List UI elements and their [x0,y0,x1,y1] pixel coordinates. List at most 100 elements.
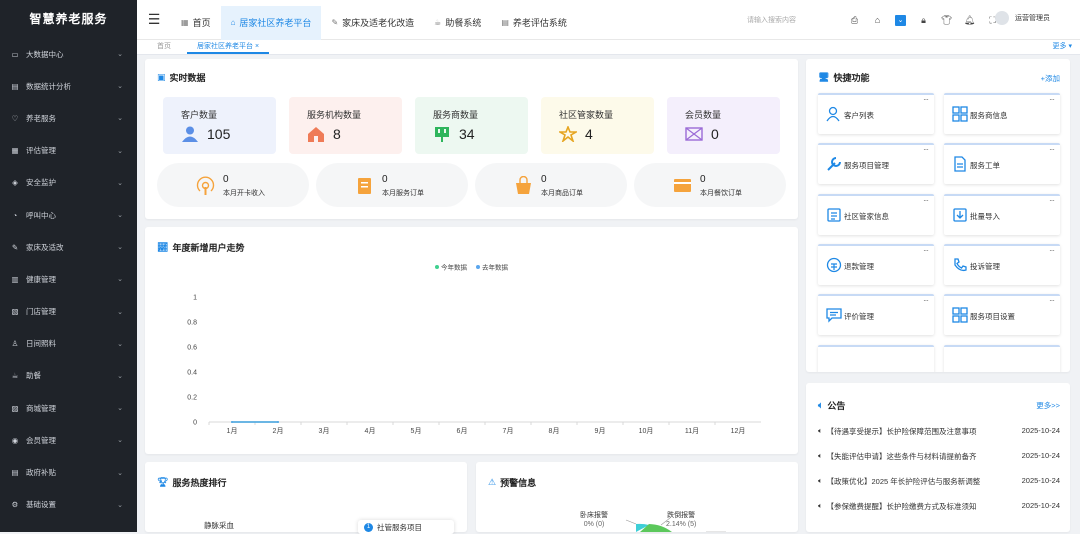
shortcut-partial[interactable] [944,344,1060,372]
shortcut-file[interactable]: ··· 服务工单 [944,143,1060,185]
pill-label: 本月商品订单 [541,190,583,197]
monthly-goods-orders[interactable]: 0 本月商品订单 [475,163,627,207]
more-dots-icon[interactable]: ··· [1049,296,1055,305]
sidebar-item-label: 安全监护 [26,178,56,188]
top-tab[interactable]: ✎ 家床及适老化改造 [321,6,424,40]
notice-date: 2025-10-24 [1021,476,1060,485]
sidebar-item[interactable]: ♡ 养老服务 ⌄ [0,102,137,134]
top-tab[interactable]: ▤ 养老评估系统 [491,6,577,40]
more-dots-icon[interactable]: ··· [923,145,929,154]
sidebar-item[interactable]: ◔ 呼叫中心 ⌄ [0,199,137,231]
provider-count-card[interactable]: 服务商数量 34 [415,97,528,154]
more-dots-icon[interactable]: ··· [1049,95,1055,104]
hamburger-icon[interactable]: ☰ [137,11,171,28]
shortcut-apps[interactable]: ··· 服务商信息 [944,93,1060,134]
chevron-down-icon: ⌄ [117,372,123,380]
more-dots-icon[interactable]: ··· [923,246,929,255]
sidebar-item[interactable]: ▧ 门店管理 ⌄ [0,296,137,328]
more-tags-button[interactable]: 更多 ▾ [1053,40,1072,54]
sidebar-item[interactable]: ▤ 数据统计分析 ⌄ [0,70,137,102]
legend-marker [435,265,439,269]
top-tabs: ▦ 首页 ⌂ 居家社区养老平台 ✎ 家床及适老化改造 ☕︎ 助餐系统 ▤ 养老评估系统 [171,0,577,40]
more-dots-icon[interactable]: ··· [1049,246,1055,255]
chevron-down-icon: ⌄ [117,405,123,413]
more-dots-icon[interactable]: ··· [923,296,929,305]
legend-label[interactable]: 去年数据 [482,263,509,272]
sidebar-item[interactable]: ▥ 健康管理 ⌄ [0,263,137,295]
trend-chart: 00.20.40.60.811月 2月 3月 4月 5月 6月 7月 8月 9月 10月 11月 12… [187,263,761,435]
speaker-icon: 🔈︎ [818,476,823,485]
legend-label[interactable]: 今年数据 [441,263,468,272]
quick-title-text: 快捷功能 [833,73,870,83]
data-icon: ▣ [157,72,166,82]
house-icon [307,126,325,142]
lock-icon[interactable]: 🔒︎ [912,12,935,28]
avatar [995,11,1009,25]
shortcut-users[interactable]: ··· 客户列表 [818,93,934,134]
shortcut-apps[interactable]: ··· 服务项目设置 [944,294,1060,336]
customer-count-card[interactable]: 客户数量 105 [163,97,276,154]
member-count-card[interactable]: 会员数量 0 [667,97,780,154]
monthly-card-income[interactable]: 0 本月开卡收入 [157,163,309,207]
dropdown-icon[interactable]: ⌄ [889,12,912,28]
shortcut-import[interactable]: ··· 批量导入 [944,193,1060,235]
home-icon[interactable]: ⌂ [866,12,889,28]
top-tab[interactable]: ⌂ 居家社区养老平台 [220,5,322,40]
close-icon[interactable]: × [255,43,259,50]
org-count-card[interactable]: 服务机构数量 8 [289,97,402,154]
top-tab[interactable]: ☕︎ 助餐系统 [424,6,491,40]
notice-text: 【参保缴费提醒】长护险缴费方式及标准须知 [826,502,977,511]
more-dots-icon[interactable]: ··· [1049,145,1055,154]
grid-icon: ▦ [181,18,189,27]
sidebar-item[interactable]: ▦ 评估管理 ⌄ [0,135,137,167]
tag-home[interactable]: 首页 [157,40,171,54]
notice-text: 【失能评估申请】这些条件与材料请提前备齐 [826,452,977,461]
stat-value: 34 [459,126,475,142]
user-icon [181,126,199,142]
chevron-down-icon: ⌄ [117,437,123,445]
sidebar-item[interactable]: ▭ 大数据中心 ⌄ [0,38,137,70]
signal-icon [195,176,216,195]
notice-more-link[interactable]: 更多>> [1036,400,1060,411]
printer-icon[interactable]: ⎙ [843,12,866,28]
shortcut-refund[interactable]: ··· 退款管理 [818,243,934,285]
pill-value: 0 [223,174,229,185]
sidebar-item-label: 养老服务 [26,113,56,123]
top-tab[interactable]: ▦ 首页 [171,6,221,40]
shortcut-label: 服务工单 [970,161,1000,171]
shortcut-phone[interactable]: ··· 投诉管理 [944,243,1060,285]
sidebar-item[interactable]: ◈ 安全监护 ⌄ [0,167,137,199]
steward-count-card[interactable]: 社区管家数量 4 [541,97,654,154]
document-icon: ▤ [11,468,19,478]
sidebar-item[interactable]: ▨ 商城管理 ⌄ [0,392,137,424]
sidebar-item[interactable]: ▤ 政府补贴 ⌄ [0,456,137,488]
sidebar-item[interactable]: ♙ 日间照料 ⌄ [0,328,137,360]
sidebar-item[interactable]: ✎ 家床及适改 ⌄ [0,231,137,263]
shortcut-list[interactable]: ··· 社区管家信息 [818,193,934,235]
bell-icon[interactable]: 🔔︎ [958,12,981,28]
top-tab-label: 养老评估系统 [512,18,567,28]
add-shortcut-button[interactable]: +添加 [1041,73,1060,84]
sidebar-item[interactable]: ◉ 会员管理 ⌄ [0,424,137,456]
tag-active[interactable]: 居家社区养老平台 × [187,40,270,54]
monthly-meal-orders[interactable]: 0 本月餐饮订单 [634,163,786,207]
more-dots-icon[interactable]: ··· [923,95,929,104]
apps-icon [952,307,968,323]
more-dots-icon[interactable]: ··· [923,196,929,205]
more-dots-icon[interactable]: ··· [1049,196,1055,205]
pie-label-bed-name: 卧床报警 [580,512,608,519]
shortcut-partial[interactable] [818,344,934,372]
quick-card: 🖥︎ 快捷功能 +添加 ··· 客户列表 ··· 服务商信息 ··· 服务项目管理 ··· 服务… [806,59,1070,372]
heart-icon: ♡ [11,113,19,123]
notice-text: 【政策优化】2025 年长护险评估与服务新调整 [826,477,981,486]
member-icon: ◉ [11,435,19,445]
stat-label: 社区管家数量 [559,110,614,120]
user-menu[interactable]: 运营管理员 [995,11,1050,25]
sidebar-item[interactable]: ⚙︎ 基础设置 ⌄ [0,489,137,521]
shortcut-comment[interactable]: ··· 评价管理 [818,294,934,336]
sidebar-item[interactable]: ☕︎ 助餐 ⌄ [0,360,137,392]
search-input[interactable]: 请输入搜索内容 [747,15,796,25]
monthly-service-orders[interactable]: 0 本月服务订单 [316,163,468,207]
shortcut-wrench[interactable]: ··· 服务项目管理 [818,143,934,185]
shirt-icon[interactable]: 👕︎ [935,12,958,28]
